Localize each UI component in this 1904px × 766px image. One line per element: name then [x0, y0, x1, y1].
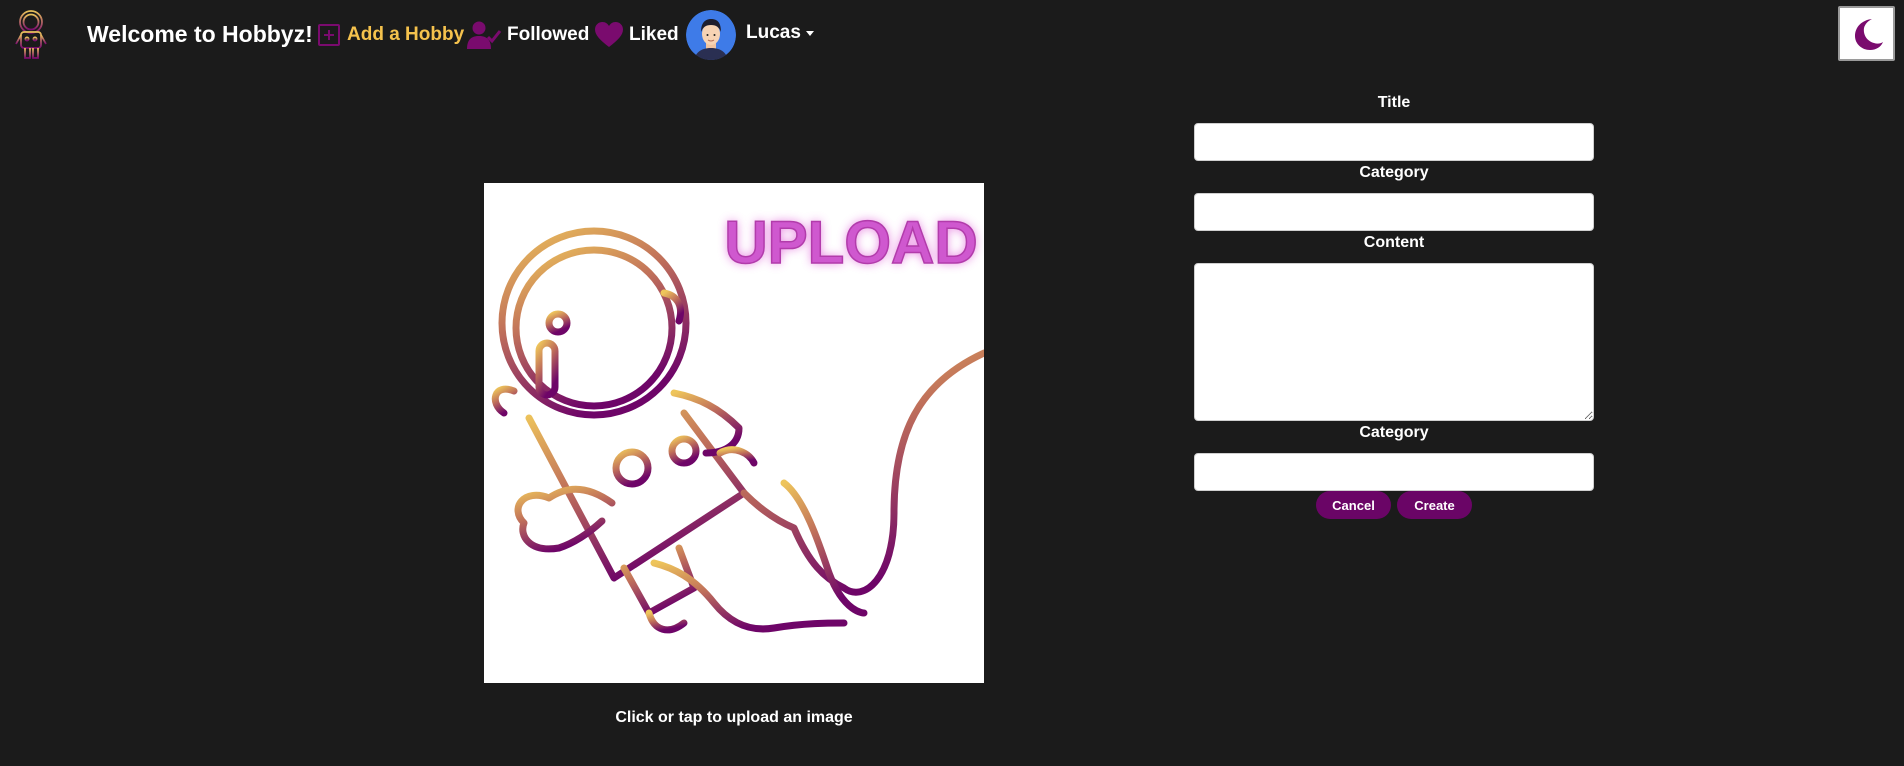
user-menu-dropdown[interactable]: Lucas: [746, 22, 814, 44]
create-button[interactable]: Create: [1397, 491, 1472, 519]
upload-hint: Click or tap to upload an image: [615, 709, 853, 726]
caret-down-icon: [805, 30, 814, 36]
svg-text:UPLOAD: UPLOAD: [724, 209, 977, 276]
title-label: Title: [1377, 94, 1411, 111]
nav-liked-label: Liked: [629, 24, 679, 45]
create-hobby-form: Title Category Content Category Cancel C…: [1194, 92, 1594, 519]
nav-add-hobby-label: Add a Hobby: [347, 24, 465, 45]
category-label: Category: [1359, 164, 1429, 181]
avatar[interactable]: [686, 10, 736, 60]
nav-liked[interactable]: Liked: [595, 20, 679, 50]
user-check-icon: [467, 21, 501, 49]
nav-followed[interactable]: Followed: [467, 20, 589, 50]
image-upload-area[interactable]: UPLOAD UPLOAD: [484, 183, 984, 683]
form-buttons: Cancel Create: [1194, 491, 1594, 519]
plus-square-icon: [318, 24, 340, 46]
category2-input[interactable]: [1194, 453, 1594, 491]
moon-icon: [1854, 18, 1883, 50]
content-label: Content: [1363, 234, 1425, 251]
title-input[interactable]: [1194, 123, 1594, 161]
category-input[interactable]: [1194, 193, 1594, 231]
astronaut-upload-illustration: UPLOAD UPLOAD: [491, 208, 984, 634]
navbar: Welcome to Hobbyz! Add a Hobby Followed …: [0, 0, 1904, 70]
brand-title[interactable]: Welcome to Hobbyz!: [87, 21, 313, 48]
user-name: Lucas: [746, 22, 801, 43]
theme-toggle-button[interactable]: [1838, 6, 1895, 61]
astronaut-logo-icon[interactable]: [12, 8, 52, 62]
category2-label: Category: [1359, 424, 1429, 441]
cancel-button[interactable]: Cancel: [1316, 491, 1391, 519]
heart-icon: [595, 22, 623, 47]
nav-followed-label: Followed: [507, 24, 590, 45]
content-textarea[interactable]: [1194, 263, 1594, 421]
nav-add-hobby[interactable]: Add a Hobby: [317, 20, 464, 50]
